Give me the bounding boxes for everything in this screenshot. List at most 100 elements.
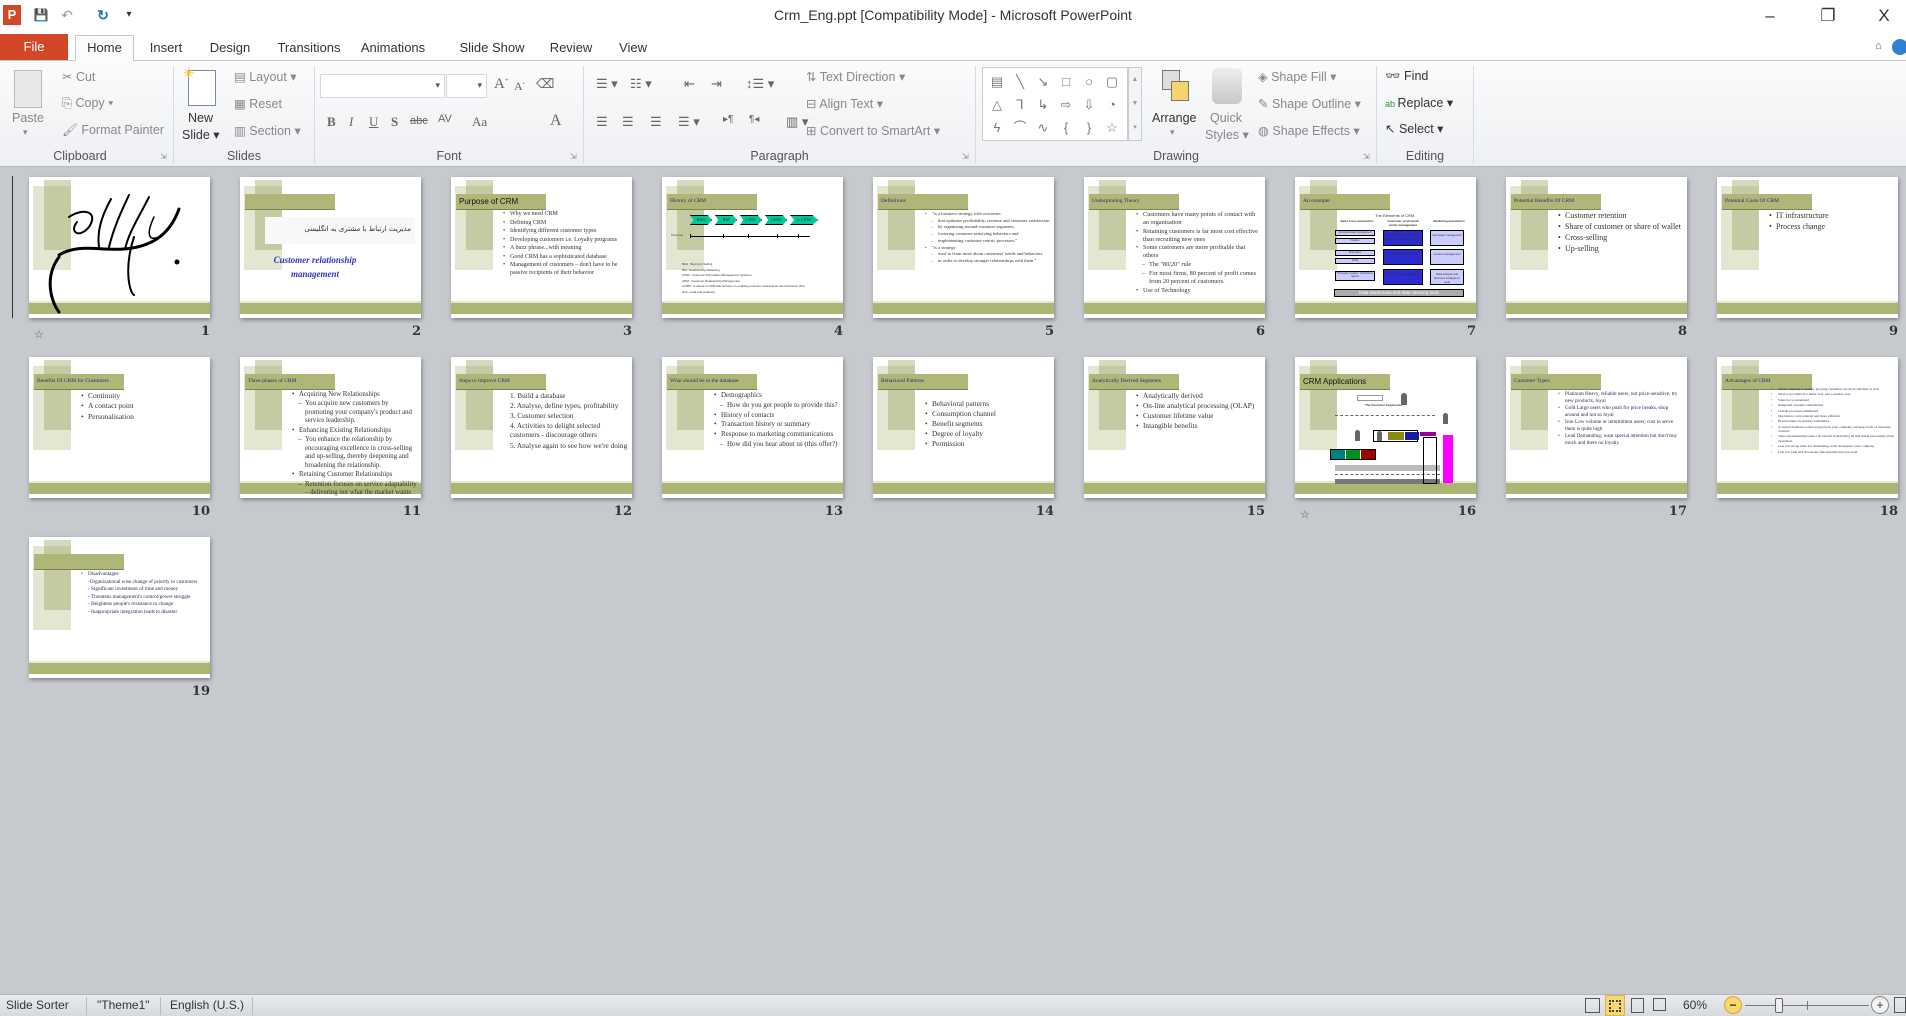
paste-dropdown-icon[interactable]: ▾ — [23, 127, 28, 138]
paste-button[interactable]: Paste — [12, 111, 44, 125]
shape-option-icon[interactable]: ⇩ — [1079, 95, 1099, 115]
bullets-button[interactable]: ☰ ▾ — [596, 76, 618, 92]
shape-option-icon[interactable]: ▤ — [987, 72, 1007, 92]
shape-option-icon[interactable]: □ — [1056, 72, 1076, 92]
align-left-button[interactable]: ☰ — [596, 114, 608, 130]
slide-thumbnail[interactable]: Three phases of CRMAcquiring New Relatio… — [240, 357, 421, 498]
replace-button[interactable]: ab Replace ▾ — [1385, 95, 1453, 110]
shadow-button[interactable]: S — [391, 114, 398, 130]
tab-animations[interactable]: Animations — [356, 36, 430, 62]
zoom-level[interactable]: 60% — [1683, 998, 1707, 1012]
shape-option-icon[interactable]: ╲ — [1010, 72, 1030, 92]
theme-indicator[interactable]: "Theme1" — [97, 998, 150, 1012]
shrink-font-button[interactable]: A- — [514, 79, 525, 94]
bold-button[interactable]: B — [327, 114, 336, 130]
tab-transitions[interactable]: Transitions — [272, 36, 346, 62]
chevron-down-icon[interactable]: ▾ — [1170, 127, 1175, 138]
shape-outline-button[interactable]: ✎ Shape Outline ▾ — [1258, 96, 1361, 111]
shape-option-icon[interactable]: △ — [987, 95, 1007, 115]
zoom-out-button[interactable]: − — [1724, 996, 1742, 1014]
convert-smartart-button[interactable]: ⊞ Convert to SmartArt ▾ — [806, 123, 940, 138]
align-right-button[interactable]: ☰ — [650, 114, 662, 130]
minimize-ribbon-icon[interactable]: ⌂ — [1875, 40, 1882, 52]
arrange-icon[interactable] — [1162, 70, 1189, 101]
slide-thumbnail[interactable]: Analytically Derived SegmentsAnalyticall… — [1084, 357, 1265, 498]
tab-insert[interactable]: Insert — [146, 36, 186, 62]
increase-indent-button[interactable]: ⇥ — [711, 76, 722, 92]
select-button[interactable]: ↖ Select ▾ — [1385, 121, 1443, 136]
arrange-button[interactable]: Arrange — [1152, 111, 1196, 125]
shape-option-icon[interactable]: { — [1056, 118, 1076, 138]
shape-option-icon[interactable]: ⅂ — [1010, 95, 1030, 115]
slide-thumbnail[interactable]: Customer TypesPlatinum Heavy, reliable u… — [1506, 357, 1687, 498]
section-button[interactable]: ▥ Section ▾ — [234, 123, 301, 138]
slide-thumbnail[interactable]: An example The Elements of CRM Sales force… — [1295, 177, 1476, 318]
new-slide-icon[interactable]: ✳ — [183, 65, 216, 106]
slide-sorter-view-button[interactable] — [1605, 995, 1625, 1016]
shape-option-icon[interactable]: ϟ — [987, 118, 1007, 138]
tab-home[interactable]: Home — [75, 35, 134, 62]
slide-thumbnail[interactable]: مدیریت ارتباط با مشتری به انگلیسی Custome… — [240, 177, 421, 318]
shape-fill-button[interactable]: ◈ Shape Fill ▾ — [1258, 69, 1336, 84]
align-center-button[interactable]: ☰ — [622, 114, 634, 130]
layout-button[interactable]: ▤ Layout ▾ — [234, 69, 297, 84]
slide-thumbnail[interactable]: Definitions"is a business strategy with … — [873, 177, 1054, 318]
quick-styles-button[interactable]: Quick — [1210, 111, 1242, 125]
format-painter-button[interactable]: 🖌 Format Painter — [62, 123, 164, 138]
text-direction-button[interactable]: ⇅ Text Direction ▾ — [806, 69, 905, 84]
decrease-indent-button[interactable]: ⇤ — [684, 76, 695, 92]
strikethrough-button[interactable]: abc — [410, 115, 428, 127]
slide-thumbnail[interactable]: CRM Applications The Customer Experience — [1295, 357, 1476, 498]
slide-thumbnail[interactable]: Potential Costs Of CRMIT infrastructureP… — [1717, 177, 1898, 318]
align-text-button[interactable]: ⊟ Align Text ▾ — [806, 96, 883, 111]
animation-icon[interactable]: ☆ — [1300, 508, 1310, 521]
slide-thumbnail[interactable]: Benefits Of CRM for CustomersContinuityA… — [29, 357, 210, 498]
italic-button[interactable]: I — [349, 114, 353, 130]
shapes-gallery[interactable]: ▤ ╲ ↘ □ ○ ▢ △ ⅂ ↳ ⇨ ⇩ ◔ ϟ ⌒ ∿{} ☆ — [982, 67, 1128, 141]
close-button[interactable]: X — [1864, 4, 1904, 28]
shape-option-icon[interactable]: ⇨ — [1056, 95, 1076, 115]
new-slide-button[interactable]: New — [188, 111, 213, 125]
slide-thumbnail[interactable]: Steps to improve CRM 1. Build a database 2… — [451, 357, 632, 498]
slide-thumbnail[interactable]: Underpinning TheoryCustomers have many p… — [1084, 177, 1265, 318]
tab-slide-show[interactable]: Slide Show — [454, 36, 530, 62]
grow-font-button[interactable]: A+ — [494, 76, 509, 93]
gallery-scroll[interactable]: ▲ ▼ ▾ — [1128, 67, 1142, 141]
help-icon[interactable] — [1892, 39, 1906, 55]
dialog-launcher-icon[interactable]: ⇲ — [160, 152, 167, 161]
zoom-in-button[interactable]: + — [1871, 996, 1889, 1014]
slide-thumbnail[interactable]: Behavioral Patterns Behavioral patternsCo… — [873, 357, 1054, 498]
fit-to-window-button[interactable] — [1894, 997, 1906, 1013]
cut-button[interactable]: ✂ Cut — [62, 69, 95, 84]
language-indicator[interactable]: English (U.S.) — [170, 998, 244, 1012]
shape-option-icon[interactable]: ▢ — [1102, 72, 1122, 92]
paste-icon[interactable] — [14, 70, 42, 108]
shape-option-icon[interactable]: } — [1079, 118, 1099, 138]
slide-thumbnail[interactable] — [29, 177, 210, 318]
justify-button[interactable]: ☰ ▾ — [678, 114, 700, 130]
reading-view-button[interactable] — [1631, 998, 1644, 1013]
clear-formatting-icon[interactable]: ⌫ — [536, 76, 554, 92]
slide-thumbnail[interactable]: History of CRM B&S RM CIMS CRM e-CRM Time line… — [662, 177, 843, 318]
animation-icon[interactable]: ☆ — [34, 328, 44, 341]
slide-thumbnail[interactable]: Purpose of CRMWhy we need CRMDefining CR… — [451, 177, 632, 318]
shape-option-icon[interactable]: ∿ — [1033, 118, 1053, 138]
slide-thumbnail[interactable]: Disadvantages:-Organizational wise chang… — [29, 537, 210, 678]
zoom-slider-thumb[interactable] — [1775, 998, 1784, 1013]
slide-thumbnail[interactable]: Potential Benefits Of CRMCustomer retent… — [1506, 177, 1687, 318]
line-spacing-button[interactable]: ↕☰ ▾ — [746, 76, 774, 92]
minimize-button[interactable]: – — [1750, 4, 1790, 28]
rtl-button[interactable]: ¶◂ — [749, 114, 759, 125]
slide-thumbnail[interactable]: What should be in the databaseDemographi… — [662, 357, 843, 498]
find-button[interactable]: 👓 Find — [1385, 69, 1428, 84]
quick-styles-icon[interactable] — [1212, 68, 1242, 104]
tab-view[interactable]: View — [613, 36, 653, 62]
slide-thumbnail[interactable]: Advantages of CRMWhile company is quickl… — [1717, 357, 1898, 498]
shape-option-icon[interactable]: ○ — [1079, 72, 1099, 92]
ltr-button[interactable]: ▸¶ — [723, 114, 733, 125]
font-size-combobox[interactable]: ▾ — [446, 74, 487, 98]
dialog-launcher-icon[interactable]: ⇲ — [570, 152, 577, 161]
restore-button[interactable]: ❐ — [1808, 4, 1848, 28]
numbering-button[interactable]: ☷ ▾ — [630, 76, 652, 92]
dialog-launcher-icon[interactable]: ⇲ — [1363, 152, 1370, 161]
